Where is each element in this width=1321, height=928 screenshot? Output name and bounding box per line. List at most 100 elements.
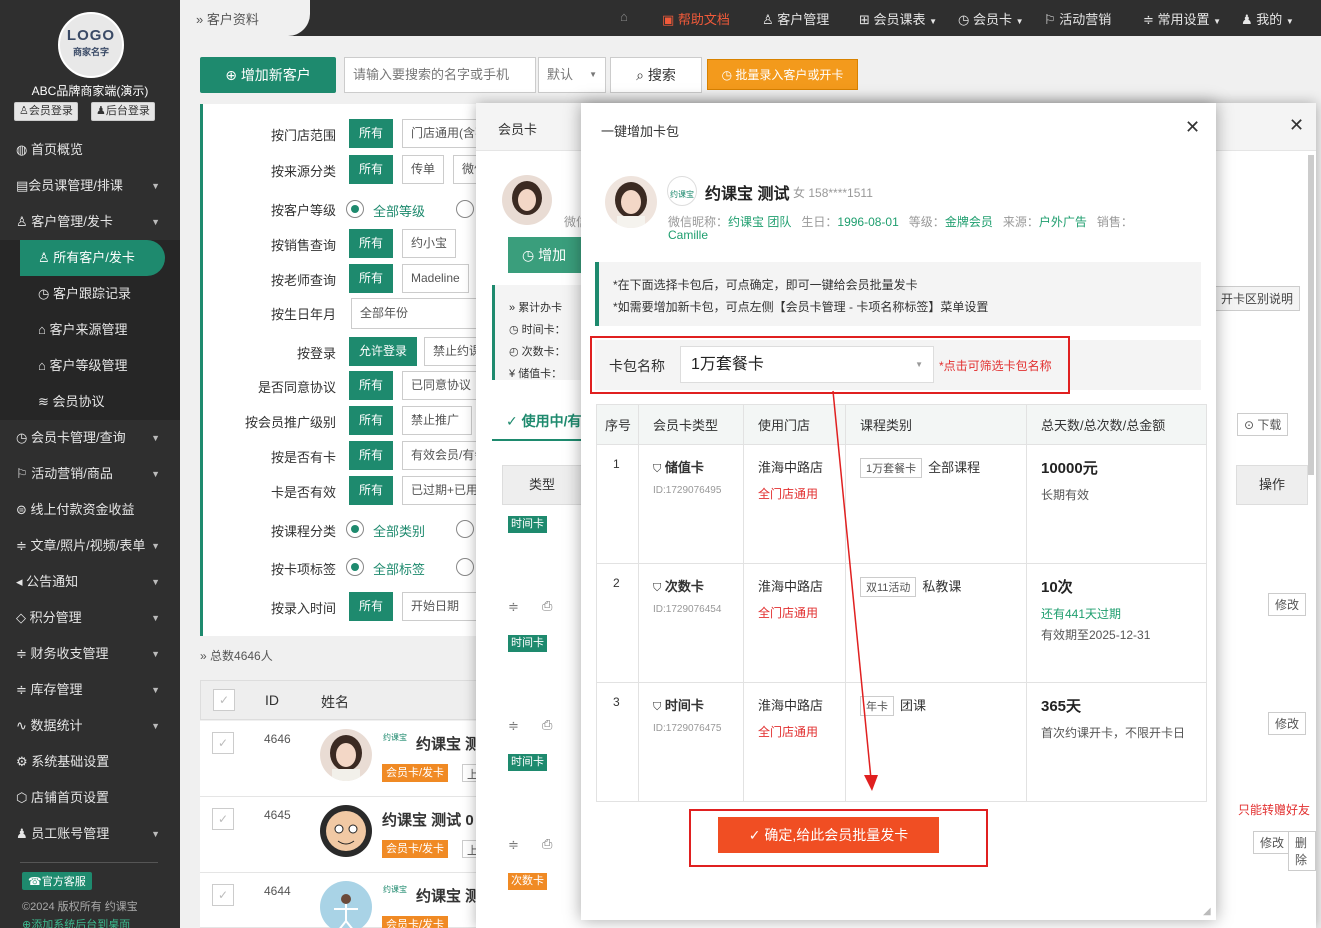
user-icon: ♟ [16, 826, 28, 841]
add-to-desktop-link[interactable]: ⊕添加系统后台到桌面 [22, 916, 130, 928]
add-customer-button[interactable]: ⊕ 增加新客户 [200, 57, 336, 93]
official-service-button[interactable]: ☎官方客服 [22, 872, 92, 890]
nav-marketing[interactable]: ⚐ 活动营销 [1044, 9, 1111, 28]
row-checkbox[interactable]: ✓ [212, 808, 234, 830]
sidebar-item-card[interactable]: ◷ 会员卡管理/查询 ▼ [0, 420, 180, 456]
sliders-icon[interactable]: ≑ [508, 599, 519, 615]
sidebar-item-payment[interactable]: ⊜ 线上付款资金收益 [0, 492, 180, 528]
sliders-icon[interactable]: ≑ [508, 837, 519, 853]
row-checkbox[interactable]: ✓ [212, 732, 234, 754]
sidebar-item-articles[interactable]: ≑ 文章/照片/视频/表单 ▼ [0, 528, 180, 564]
help-doc-link[interactable]: ▣ 帮助文档 [662, 9, 730, 28]
avatar-cartoon [320, 805, 372, 857]
table-row[interactable]: ✓ 4646 约课宝 约课宝 测 会员卡/发卡 上 [200, 721, 490, 797]
filter-all-button[interactable]: 所有 [349, 155, 394, 184]
sidebar-item-finance[interactable]: ≑ 财务收支管理 ▼ [0, 636, 180, 672]
filter-all-button[interactable]: 所有 [349, 119, 394, 148]
radio-selected[interactable] [346, 200, 364, 218]
nav-mine[interactable]: ♟ 我的 ▼ [1241, 9, 1294, 28]
sidebar-item-stats[interactable]: ∿ 数据统计 ▼ [0, 708, 180, 744]
sidebar-item-course[interactable]: ▤会员课管理/排课 ▼ [0, 168, 180, 204]
edit-button[interactable]: 修改 [1268, 593, 1307, 616]
filter-option[interactable]: 已同意协议 [402, 371, 482, 400]
admin-login-button[interactable]: ♟后台登录 [91, 102, 155, 121]
row-name: 约课宝 测 [416, 736, 481, 753]
close-icon[interactable]: ✕ [1289, 115, 1304, 136]
print-icon[interactable]: ⎙ [542, 836, 552, 852]
sidebar-item-staff[interactable]: ♟ 员工账号管理 ▼ [0, 816, 180, 852]
sidebar-item-home[interactable]: ◍ 首页概览 [0, 132, 180, 168]
filter-label: 按会员推广级别 [244, 415, 336, 430]
filter-label: 按课程分类 [270, 524, 336, 539]
tab-in-use[interactable]: ✓ 使用中/有 [492, 401, 582, 441]
nav-customer-mgmt[interactable]: ♙ 客户管理 [762, 9, 829, 28]
table-row[interactable]: ✓ 4645 约课宝 测试 0 会员卡/发卡 上 [200, 797, 490, 873]
sidebar-item-customer[interactable]: ♙ 客户管理/发卡 ▼ [0, 204, 180, 240]
filter-option[interactable]: 传单 [402, 155, 445, 184]
batch-import-button[interactable]: ◷ 批量录入客户或开卡 [707, 59, 858, 90]
sidebar-item-notice[interactable]: ◂ 公告通知 ▼ [0, 564, 180, 600]
sidebar-item-source[interactable]: ⌂ 客户来源管理 [0, 312, 180, 348]
filter-all-button[interactable]: 所有 [349, 264, 394, 293]
search-button[interactable]: ⌕ 搜索 [610, 57, 702, 93]
nav-member-card[interactable]: ◷ 会员卡 ▼ [958, 9, 1024, 28]
card-issue-tag[interactable]: 会员卡/发卡 [382, 764, 449, 782]
sliders-icon[interactable]: ≑ [508, 718, 519, 734]
filter-option[interactable]: 禁止推广 [402, 406, 472, 435]
birthday-year-select[interactable]: 全部年份 [351, 298, 491, 329]
filter-all-button[interactable]: 所有 [349, 476, 394, 505]
sort-select[interactable]: 默认 ▼ [538, 57, 606, 93]
delete-button[interactable]: 删除 [1288, 831, 1316, 871]
filter-all-button[interactable]: 所有 [349, 371, 394, 400]
sidebar-item-points[interactable]: ◇ 积分管理 ▼ [0, 600, 180, 636]
row-checkbox[interactable]: ✓ [212, 884, 234, 906]
radio-selected[interactable] [346, 520, 364, 538]
filter-all-button[interactable]: 所有 [349, 592, 394, 621]
summary-count: ◴ 次数卡： [509, 346, 566, 358]
add-card-button[interactable]: ◷ 增加 [508, 237, 588, 273]
filter-label: 按销售查询 [270, 238, 336, 253]
filter-all-button[interactable]: 所有 [349, 406, 394, 435]
filter-all-button[interactable]: 允许登录 [349, 337, 418, 366]
caret-down-icon: ▼ [589, 70, 597, 79]
clock-icon: ◷ [958, 12, 970, 27]
card-issue-tag[interactable]: 会员卡/发卡 [382, 916, 449, 928]
resize-handle-icon[interactable]: ◢ [1203, 906, 1211, 917]
card-difference-button[interactable]: 开卡区别说明 [1214, 286, 1301, 311]
sidebar-item-level[interactable]: ⌂ 客户等级管理 [0, 348, 180, 384]
filter-option[interactable]: 约小宝 [402, 229, 457, 258]
scrollbar[interactable] [1308, 155, 1314, 475]
member-login-button[interactable]: ♙会员登录 [14, 102, 78, 121]
logo-text: LOGO [66, 27, 116, 44]
nav-common-settings[interactable]: ≑ 常用设置 ▼ [1143, 9, 1221, 28]
confirm-issue-button[interactable]: ✓ 确定,给此会员批量发卡 [718, 817, 939, 853]
col-name: 姓名 [321, 694, 349, 710]
sidebar-item-inventory[interactable]: ≑ 库存管理 ▼ [0, 672, 180, 708]
edit-button[interactable]: 修改 [1268, 712, 1307, 735]
edit-button[interactable]: 修改 [1253, 831, 1292, 854]
radio[interactable] [456, 200, 474, 218]
download-button[interactable]: ⊙ 下载 [1237, 413, 1289, 436]
card-issue-tag[interactable]: 会员卡/发卡 [382, 840, 449, 858]
filter-all-button[interactable]: 所有 [349, 441, 394, 470]
sidebar-item-agreement[interactable]: ≋ 会员协议 [0, 384, 180, 420]
radio-selected[interactable] [346, 558, 364, 576]
filter-all-button[interactable]: 所有 [349, 229, 394, 258]
filter-option[interactable]: Madeline [402, 264, 469, 293]
nav-member-course[interactable]: ⊞ 会员课表 ▼ [859, 9, 937, 28]
radio[interactable] [456, 520, 474, 538]
select-all-checkbox[interactable]: ✓ [213, 689, 235, 711]
sidebar-item-system[interactable]: ⚙ 系统基础设置 [0, 744, 180, 780]
radio[interactable] [456, 558, 474, 576]
user-icon: ♟ [96, 105, 106, 117]
sidebar-item-all-customers[interactable]: ♙ 所有客户/发卡 [20, 240, 165, 276]
sidebar-item-tracking[interactable]: ◷ 客户跟踪记录 [0, 276, 180, 312]
caret-down-icon: ▼ [151, 829, 160, 839]
sidebar-item-shop[interactable]: ⬡ 店铺首页设置 [0, 780, 180, 816]
print-icon[interactable]: ⎙ [542, 598, 552, 614]
table-row[interactable]: ✓ 4644 约课宝 约课宝 测 会员卡/发卡 [200, 873, 490, 928]
home-icon[interactable]: ⌂ [620, 9, 628, 24]
print-icon[interactable]: ⎙ [542, 717, 552, 733]
sidebar-item-marketing[interactable]: ⚐ 活动营销/商品 ▼ [0, 456, 180, 492]
search-input[interactable]: 请输入要搜索的名字或手机 [344, 57, 536, 93]
